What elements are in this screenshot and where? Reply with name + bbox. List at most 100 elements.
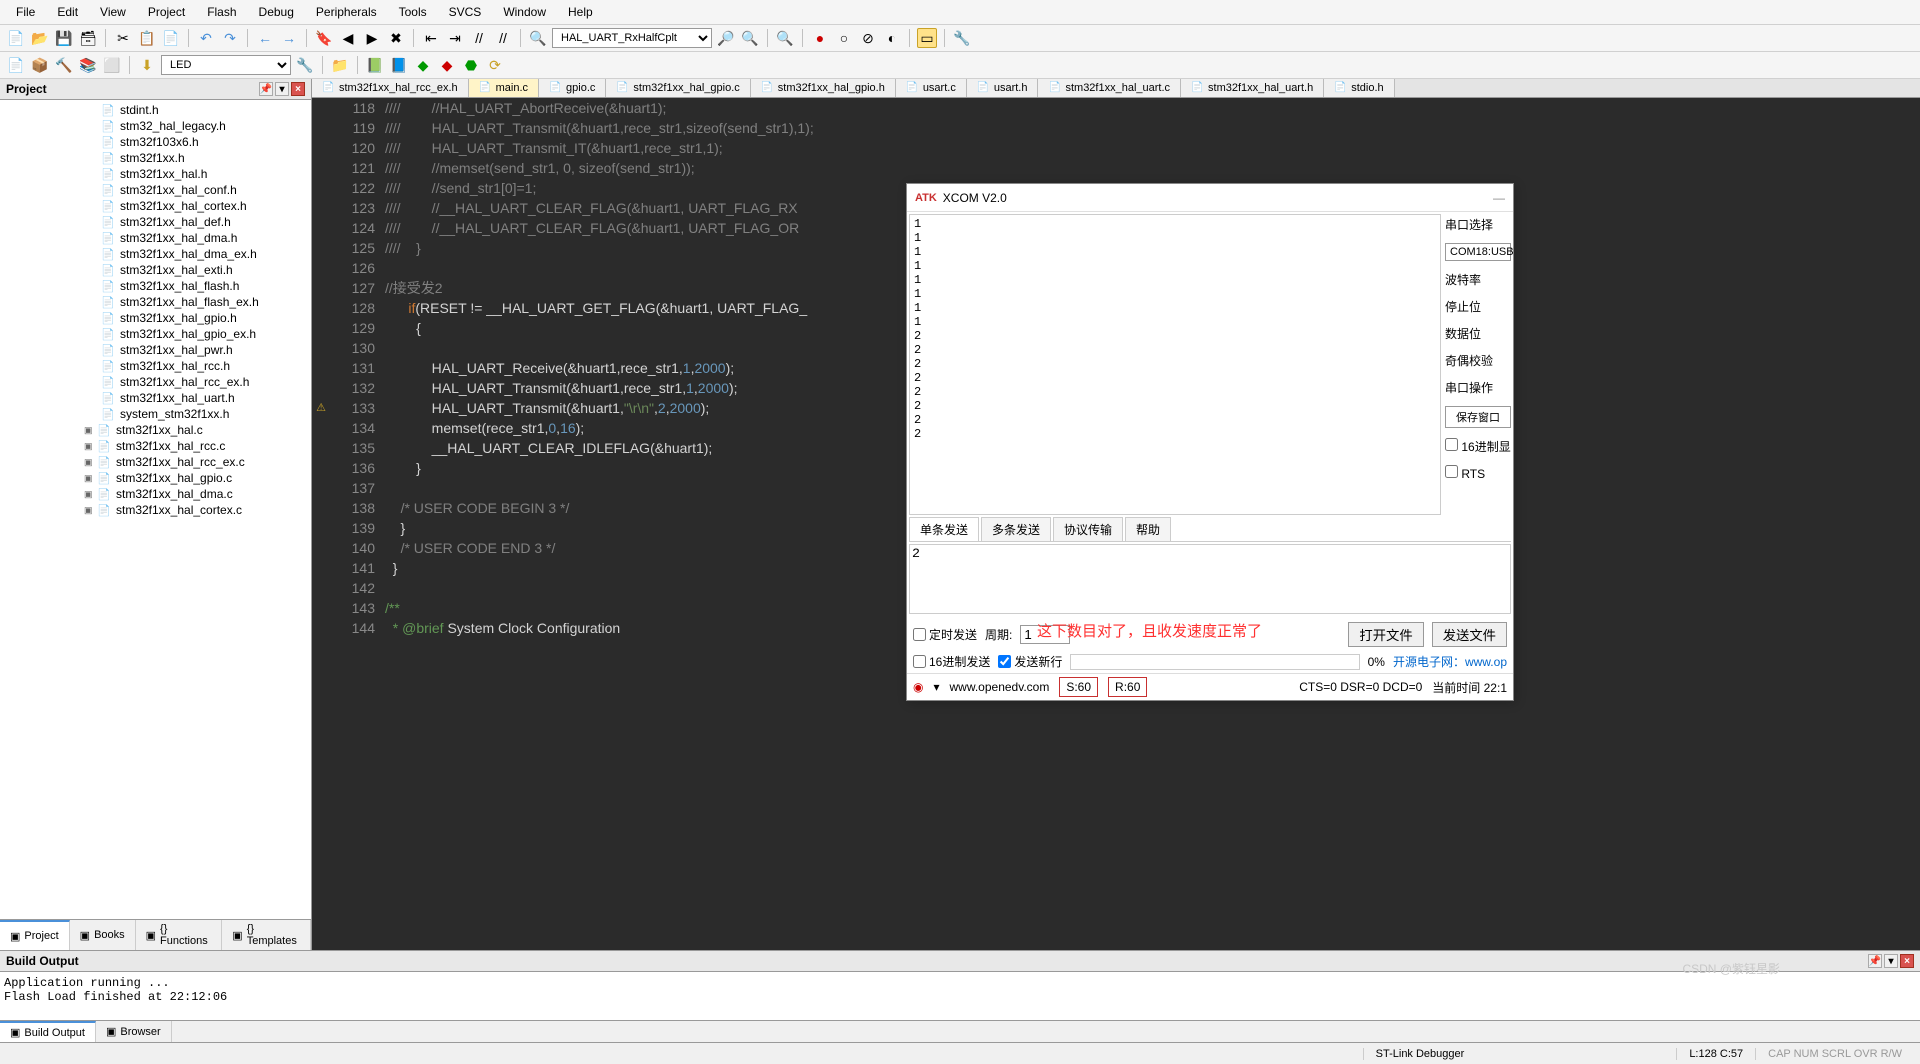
xcom-hexsend-checkbox[interactable]: 16进制发送 bbox=[913, 653, 990, 670]
comment-icon[interactable]: // bbox=[469, 28, 489, 48]
pack-unlock-icon[interactable]: ⬣ bbox=[461, 55, 481, 75]
nav-fwd-icon[interactable]: → bbox=[279, 28, 299, 48]
tree-file[interactable]: 📄stm32f1xx_hal_def.h bbox=[0, 214, 311, 230]
project-tab-project[interactable]: ▣Project bbox=[0, 920, 70, 950]
tree-file[interactable]: 📄stm32f1xx_hal_gpio_ex.h bbox=[0, 326, 311, 342]
download-icon[interactable]: ⬇ bbox=[137, 55, 157, 75]
xcom-save-button[interactable]: 保存窗口 bbox=[1445, 406, 1511, 428]
debug-icon[interactable]: 🔍 bbox=[775, 28, 795, 48]
breakpoint-disable-icon[interactable]: ○ bbox=[834, 28, 854, 48]
expand-icon[interactable]: ▣ bbox=[84, 473, 96, 484]
copy-icon[interactable]: 📋 bbox=[137, 28, 157, 48]
editor-tab[interactable]: 📄gpio.c bbox=[539, 79, 606, 97]
tree-file[interactable]: 📄stm32f1xx_hal.h bbox=[0, 166, 311, 182]
editor-tab[interactable]: 📄stm32f1xx_hal_uart.h bbox=[1181, 79, 1324, 97]
menu-file[interactable]: File bbox=[6, 2, 45, 22]
xcom-tab[interactable]: 协议传输 bbox=[1053, 517, 1123, 541]
panel-close-icon[interactable]: × bbox=[291, 82, 305, 96]
translate-icon[interactable]: 📄 bbox=[6, 55, 26, 75]
project-tab-functions[interactable]: ▣{} Functions bbox=[136, 920, 223, 950]
xcom-dropdown-icon[interactable]: ▾ bbox=[933, 680, 939, 694]
indent-right-icon[interactable]: ⇥ bbox=[445, 28, 465, 48]
editor-tab[interactable]: 📄stm32f1xx_hal_gpio.c bbox=[606, 79, 750, 97]
bookmark-prev-icon[interactable]: ◀ bbox=[338, 28, 358, 48]
editor-tab[interactable]: 📄stm32f1xx_hal_gpio.h bbox=[751, 79, 896, 97]
find-in-files-icon[interactable]: 🔎 bbox=[716, 28, 736, 48]
xcom-port-select[interactable]: COM18:USB- bbox=[1445, 243, 1511, 261]
panel-dropdown-icon[interactable]: ▾ bbox=[275, 82, 289, 96]
cut-icon[interactable]: ✂ bbox=[113, 28, 133, 48]
tree-file[interactable]: 📄stm32f1xx.h bbox=[0, 150, 311, 166]
build-close-icon[interactable]: × bbox=[1900, 954, 1914, 968]
expand-icon[interactable]: ▣ bbox=[84, 441, 96, 452]
paste-icon[interactable]: 📄 bbox=[161, 28, 181, 48]
tree-file[interactable]: ▣📄stm32f1xx_hal_rcc.c bbox=[0, 438, 311, 454]
manage-icon[interactable]: 📁 bbox=[330, 55, 350, 75]
tree-file[interactable]: 📄stm32f1xx_hal_uart.h bbox=[0, 390, 311, 406]
xcom-rts-checkbox[interactable]: RTS bbox=[1445, 465, 1511, 481]
config-icon[interactable]: 🔧 bbox=[952, 28, 972, 48]
pack-install-icon[interactable]: ◆ bbox=[413, 55, 433, 75]
redo-icon[interactable]: ↷ bbox=[220, 28, 240, 48]
find-combo[interactable]: HAL_UART_RxHalfCpltCal bbox=[552, 28, 712, 48]
project-tab-templates[interactable]: ▣{} Templates bbox=[222, 920, 311, 950]
xcom-receive-area[interactable]: 1 1 1 1 1 1 1 1 2 2 2 2 2 2 2 2 bbox=[909, 214, 1441, 515]
save-icon[interactable]: 💾 bbox=[54, 28, 74, 48]
tree-file[interactable]: ▣📄stm32f1xx_hal_rcc_ex.c bbox=[0, 454, 311, 470]
xcom-record-icon[interactable]: ◉ bbox=[913, 680, 923, 694]
pack-lock-icon[interactable]: ◆ bbox=[437, 55, 457, 75]
select-packs-icon[interactable]: 📘 bbox=[389, 55, 409, 75]
menu-svcs[interactable]: SVCS bbox=[439, 2, 492, 22]
xcom-window[interactable]: ATK XCOM V2.0 — 1 1 1 1 1 1 1 1 2 2 2 2 … bbox=[906, 183, 1514, 701]
tree-file[interactable]: 📄stm32f1xx_hal_flash_ex.h bbox=[0, 294, 311, 310]
xcom-newline-checkbox[interactable]: 发送新行 bbox=[998, 653, 1062, 670]
tree-file[interactable]: 📄stdint.h bbox=[0, 102, 311, 118]
find-icon[interactable]: 🔍 bbox=[528, 28, 548, 48]
menu-project[interactable]: Project bbox=[138, 2, 195, 22]
menu-peripherals[interactable]: Peripherals bbox=[306, 2, 387, 22]
build-output-text[interactable]: Application running ... Flash Load finis… bbox=[0, 972, 1920, 1020]
rebuild-icon[interactable]: 🔨 bbox=[54, 55, 74, 75]
editor-tab[interactable]: 📄main.c bbox=[469, 79, 539, 97]
menu-debug[interactable]: Debug bbox=[249, 2, 304, 22]
stop-build-icon[interactable]: ⬜ bbox=[102, 55, 122, 75]
new-file-icon[interactable]: 📄 bbox=[6, 28, 26, 48]
nav-back-icon[interactable]: ← bbox=[255, 28, 275, 48]
menu-flash[interactable]: Flash bbox=[197, 2, 246, 22]
xcom-titlebar[interactable]: ATK XCOM V2.0 — bbox=[907, 184, 1513, 212]
tree-file[interactable]: 📄stm32f1xx_hal_pwr.h bbox=[0, 342, 311, 358]
menu-edit[interactable]: Edit bbox=[47, 2, 88, 22]
tree-file[interactable]: 📄stm32f1xx_hal_dma.h bbox=[0, 230, 311, 246]
bottom-tab-browser[interactable]: ▣Browser bbox=[96, 1021, 172, 1042]
xcom-hexdisp-checkbox[interactable]: 16进制显 bbox=[1445, 438, 1511, 455]
xcom-timed-checkbox[interactable]: 定时发送 bbox=[913, 626, 977, 643]
breakpoint-icon[interactable]: ● bbox=[810, 28, 830, 48]
tree-file[interactable]: 📄stm32f1xx_hal_rcc.h bbox=[0, 358, 311, 374]
bottom-tab-build-output[interactable]: ▣Build Output bbox=[0, 1021, 96, 1042]
breakpoint-enable-icon[interactable]: ◐ bbox=[882, 28, 902, 48]
target-options-icon[interactable]: 🔧 bbox=[295, 55, 315, 75]
editor-tab[interactable]: 📄usart.c bbox=[896, 79, 967, 97]
editor-tab[interactable]: 📄stm32f1xx_hal_uart.c bbox=[1038, 79, 1181, 97]
xcom-link[interactable]: 开源电子网：www.op bbox=[1393, 653, 1507, 670]
xcom-minimize-icon[interactable]: — bbox=[1493, 191, 1505, 205]
undo-icon[interactable]: ↶ bbox=[196, 28, 216, 48]
expand-icon[interactable]: ▣ bbox=[84, 505, 96, 516]
breakpoint-kill-icon[interactable]: ⊘ bbox=[858, 28, 878, 48]
manage-rte-icon[interactable]: 📗 bbox=[365, 55, 385, 75]
tree-file[interactable]: ▣📄stm32f1xx_hal_cortex.c bbox=[0, 502, 311, 518]
menu-view[interactable]: View bbox=[90, 2, 136, 22]
bookmark-icon[interactable]: 🔖 bbox=[314, 28, 334, 48]
panel-pin-icon[interactable]: 📌 bbox=[259, 82, 273, 96]
bookmark-clear-icon[interactable]: ✖ bbox=[386, 28, 406, 48]
tree-file[interactable]: 📄stm32f1xx_hal_exti.h bbox=[0, 262, 311, 278]
xcom-tab[interactable]: 帮助 bbox=[1125, 517, 1171, 541]
tree-file[interactable]: 📄stm32f1xx_hal_cortex.h bbox=[0, 198, 311, 214]
tree-file[interactable]: 📄stm32_hal_legacy.h bbox=[0, 118, 311, 134]
editor-tab[interactable]: 📄usart.h bbox=[967, 79, 1039, 97]
expand-icon[interactable]: ▣ bbox=[84, 489, 96, 500]
expand-icon[interactable]: ▣ bbox=[84, 425, 96, 436]
tree-file[interactable]: 📄stm32f1xx_hal_conf.h bbox=[0, 182, 311, 198]
bookmark-next-icon[interactable]: ▶ bbox=[362, 28, 382, 48]
tree-file[interactable]: 📄stm32f103x6.h bbox=[0, 134, 311, 150]
